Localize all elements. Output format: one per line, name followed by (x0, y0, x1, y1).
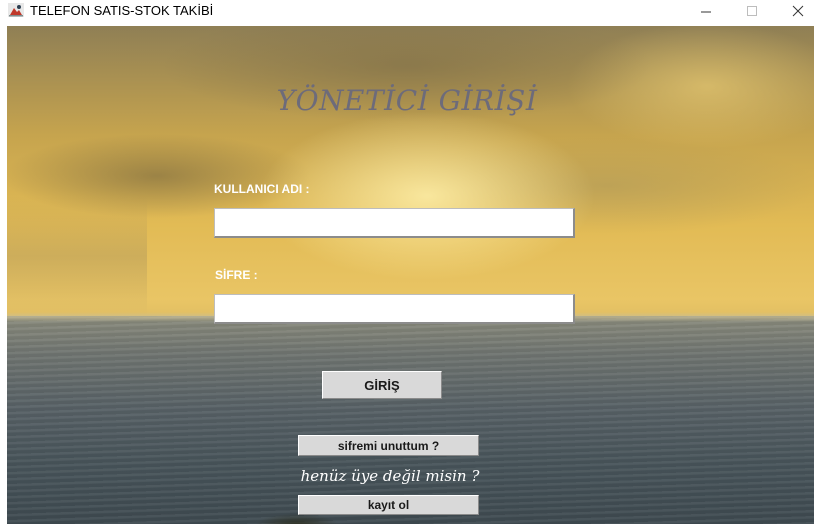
username-field[interactable] (214, 208, 575, 238)
maximize-icon (747, 6, 757, 16)
app-window: TELEFON SATIS-STOK TAKİBİ YÖNETİCİ GİRİŞ… (0, 0, 821, 524)
close-button[interactable] (775, 0, 821, 22)
maximize-button[interactable] (729, 0, 775, 22)
login-button[interactable]: GİRİŞ (322, 371, 442, 399)
java-app-icon (8, 3, 24, 17)
page-title: YÖNETİCİ GİRİŞİ (276, 84, 538, 117)
minimize-icon (701, 11, 711, 13)
password-field[interactable] (214, 294, 575, 324)
minimize-button[interactable] (683, 0, 729, 22)
background-sea-image (7, 316, 814, 524)
not-member-text: henüz üye değil misin ? (300, 467, 480, 485)
window-title: TELEFON SATIS-STOK TAKİBİ (30, 3, 214, 18)
forgot-password-button[interactable]: sifremi unuttum ? (298, 435, 479, 456)
background-rain-shade (7, 196, 147, 316)
register-button[interactable]: kayıt ol (298, 495, 479, 515)
title-bar[interactable]: TELEFON SATIS-STOK TAKİBİ (0, 0, 821, 22)
password-label: SİFRE : (215, 268, 258, 282)
username-label: KULLANICI ADI : (214, 182, 310, 196)
login-panel: YÖNETİCİ GİRİŞİ KULLANICI ADI : SİFRE : … (7, 26, 814, 524)
close-icon (792, 5, 804, 17)
